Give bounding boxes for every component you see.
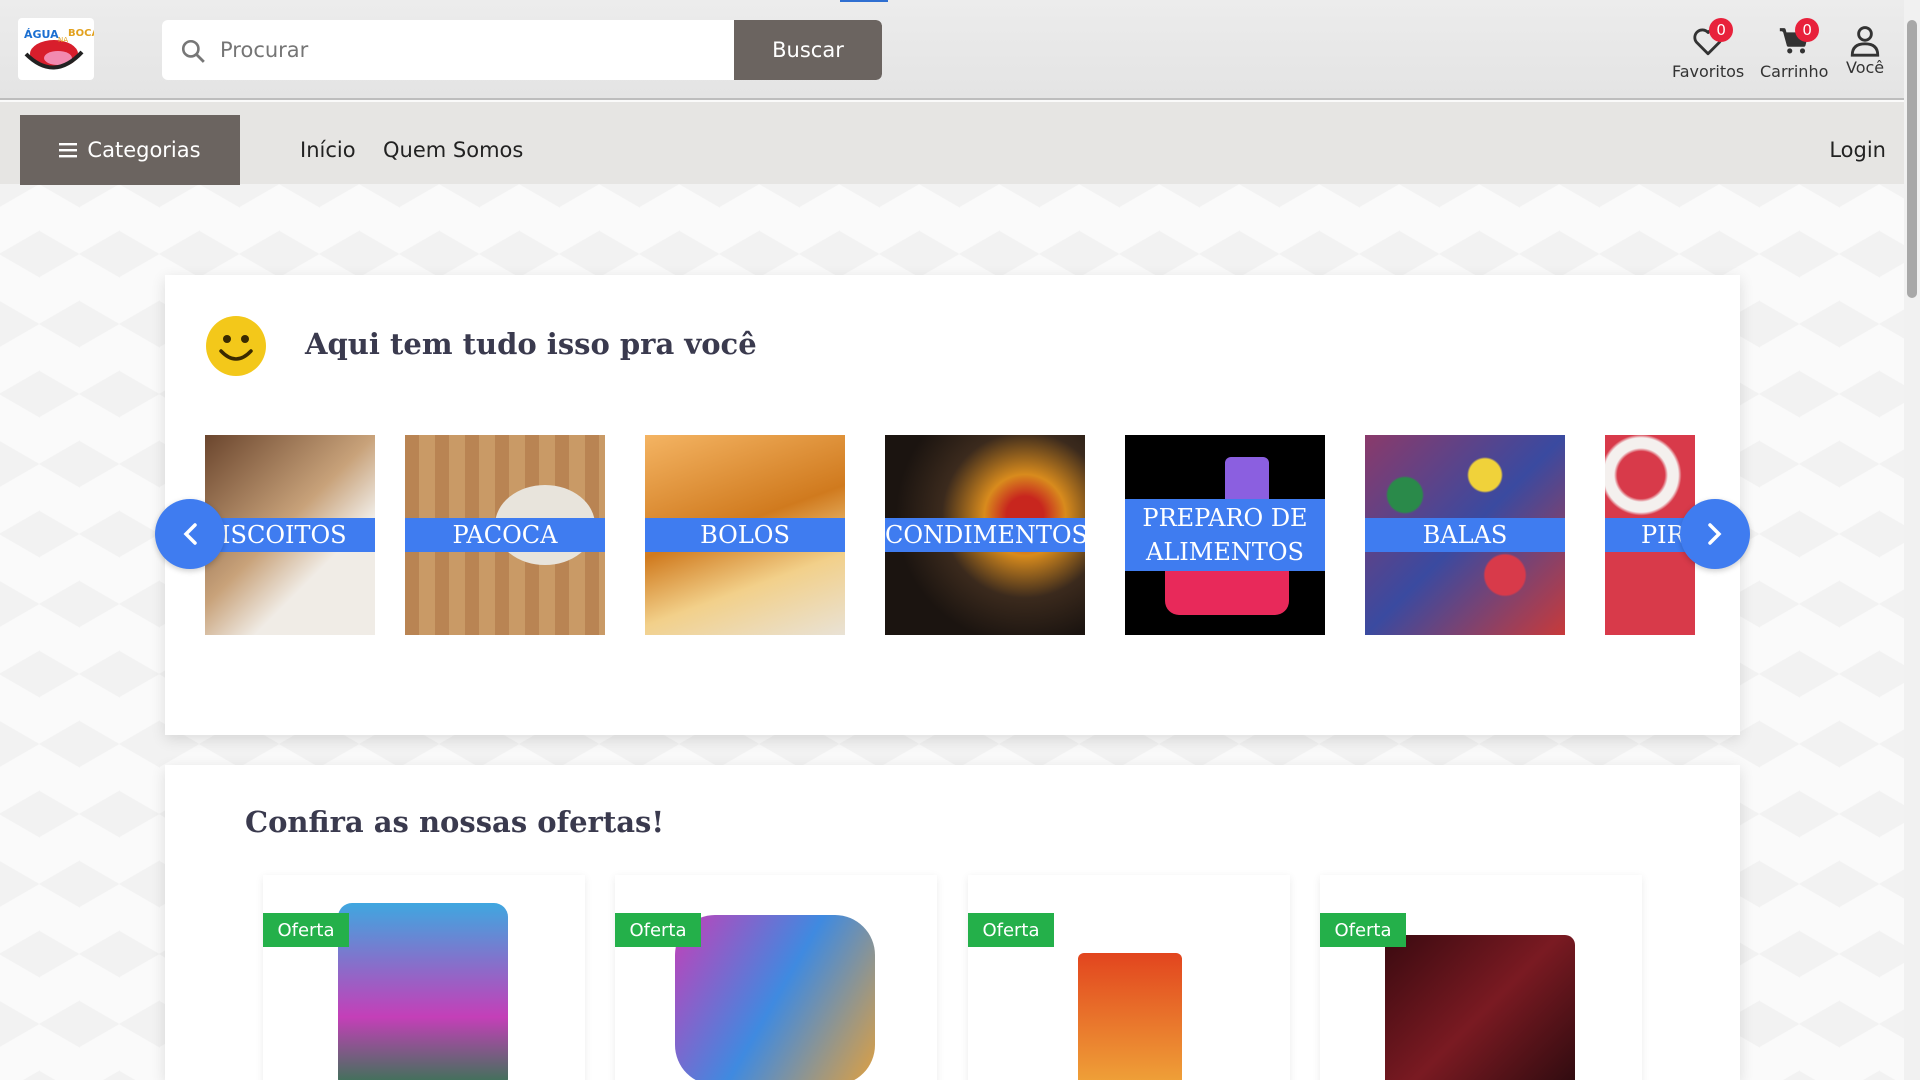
header: ÁGUA NA BOCA Buscar 0 Favoritos 0 Carrin… xyxy=(0,0,1904,100)
offer-badge: Oferta xyxy=(968,913,1054,947)
category-label: PACOCA xyxy=(405,518,605,552)
favorites-label: Favoritos xyxy=(1672,62,1745,81)
site-logo[interactable]: ÁGUA NA BOCA xyxy=(18,18,94,80)
offers-section: Confira as nossas ofertas! Oferta Oferta… xyxy=(165,765,1740,1080)
account-link[interactable]: Você xyxy=(1846,24,1884,77)
account-label: Você xyxy=(1846,58,1885,77)
category-tile-bolos[interactable]: BOLOS xyxy=(645,435,845,635)
svg-text:BOCA: BOCA xyxy=(68,28,94,39)
product-card[interactable]: Oferta xyxy=(1320,875,1642,1080)
cart-link[interactable]: 0 Carrinho xyxy=(1760,18,1829,81)
cart-count-badge: 0 xyxy=(1795,18,1820,42)
categories-menu-button[interactable]: Categorias xyxy=(20,115,240,185)
product-image xyxy=(1078,953,1182,1080)
category-label: BOLOS xyxy=(645,518,845,552)
cart-label: Carrinho xyxy=(1760,62,1829,81)
product-card[interactable]: Oferta xyxy=(263,875,585,1080)
search-input[interactable] xyxy=(220,20,780,80)
category-tile-biscoitos[interactable]: BISCOITOS xyxy=(205,435,375,635)
category-tile-preparo[interactable]: PREPARO DE ALIMENTOS xyxy=(1125,435,1325,635)
category-label: BALAS xyxy=(1365,518,1565,552)
scrollbar[interactable] xyxy=(1904,0,1920,1080)
product-image xyxy=(675,915,875,1080)
navigation-bar: Categorias Início Quem Somos Login xyxy=(0,102,1904,185)
favorites-link[interactable]: 0 Favoritos xyxy=(1672,18,1745,81)
category-tile-condimentos[interactable]: CONDIMENTOS xyxy=(885,435,1085,635)
user-icon xyxy=(1850,26,1880,57)
nav-link-about[interactable]: Quem Somos xyxy=(383,138,523,162)
favorites-count-badge: 0 xyxy=(1709,18,1734,42)
categories-section: Aqui tem tudo isso pra você BISCOITOS PA… xyxy=(155,275,1750,735)
carousel-prev-button[interactable] xyxy=(155,499,225,569)
svg-text:NA: NA xyxy=(58,36,68,44)
chevron-left-icon xyxy=(183,523,197,545)
nav-link-home[interactable]: Início xyxy=(300,138,356,162)
category-label: BISCOITOS xyxy=(205,518,375,552)
scrollbar-thumb[interactable] xyxy=(1907,20,1917,298)
search-icon xyxy=(181,39,205,63)
offers-title: Confira as nossas ofertas! xyxy=(245,805,665,839)
chevron-right-icon xyxy=(1708,523,1722,545)
product-card[interactable]: Oferta xyxy=(968,875,1290,1080)
category-label: CONDIMENTOS xyxy=(885,518,1085,552)
login-link[interactable]: Login xyxy=(1829,138,1886,162)
categories-label: Categorias xyxy=(87,138,201,162)
categories-title: Aqui tem tudo isso pra você xyxy=(305,327,757,361)
product-image xyxy=(1385,935,1575,1080)
category-tile-balas[interactable]: BALAS xyxy=(1365,435,1565,635)
category-label: PREPARO DE ALIMENTOS xyxy=(1125,499,1325,571)
offer-badge: Oferta xyxy=(263,913,349,947)
search-button[interactable]: Buscar xyxy=(734,20,882,80)
carousel-next-button[interactable] xyxy=(1680,499,1750,569)
svg-text:ÁGUA: ÁGUA xyxy=(24,28,59,41)
category-carousel: BISCOITOS PACOCA BOLOS CONDIMENTOS PREPA… xyxy=(205,435,1695,635)
offer-badge: Oferta xyxy=(1320,913,1406,947)
category-tile-pacoca[interactable]: PACOCA xyxy=(405,435,605,635)
offer-badge: Oferta xyxy=(615,913,701,947)
smiley-icon xyxy=(206,316,266,376)
hamburger-icon xyxy=(59,143,78,158)
focus-indicator xyxy=(840,0,888,2)
search-bar: Buscar xyxy=(162,20,882,80)
product-image xyxy=(338,903,508,1080)
product-card[interactable]: Oferta xyxy=(615,875,937,1080)
